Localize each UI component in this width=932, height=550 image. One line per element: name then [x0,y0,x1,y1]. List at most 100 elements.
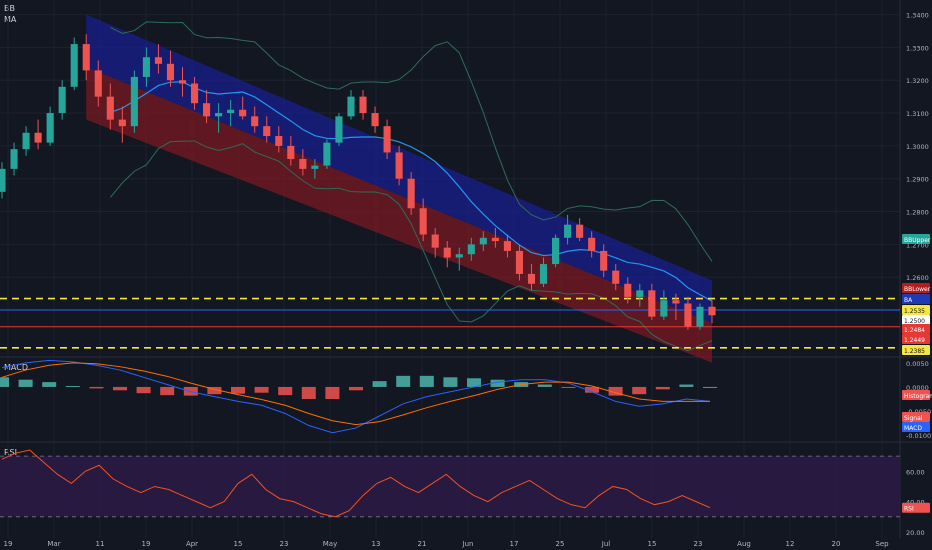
candle-body [190,83,199,104]
macd-histogram-bar [537,384,552,387]
time-tick-label: 15 [648,540,657,548]
time-tick-label: Sep [875,540,889,548]
candle-body [539,264,548,284]
candle-body [154,57,162,64]
price-tick-label: 1.3400 [906,12,929,20]
macd-histogram-bar [136,386,151,394]
macd-histogram-bar [278,386,293,396]
signal-line [1,362,710,426]
candle-body [335,116,343,143]
candle-body [311,165,319,169]
candle-body [696,306,704,327]
candle-body [636,290,644,297]
macd-histogram-bar [443,377,458,387]
candle-body [395,152,403,179]
price-badge: BA [904,297,913,304]
price-tick-label: 1.3000 [906,143,929,151]
time-tick-label: 25 [556,540,565,548]
candle-body [130,76,138,127]
time-tick-label: Mar [47,540,60,548]
time-tick-label: Jun [462,540,474,548]
price-badge: 1.2385 [904,348,925,355]
candle-body [251,116,259,127]
macd-histogram-bar [42,382,57,387]
macd-histogram-bar [632,386,647,395]
candle-body [564,224,572,238]
macd-histogram-bar [113,386,127,391]
macd-pane[interactable] [0,359,717,434]
macd-histogram-bar [372,381,387,387]
macd-badge: Signal [904,415,923,422]
candle-body [383,126,391,153]
price-badge: 1.2500 [904,318,925,325]
macd-histogram-bar [231,386,245,394]
candle-body [94,70,102,97]
macd-histogram-bar [349,386,363,391]
candle-body [263,126,271,137]
time-tick-label: Apr [186,540,198,548]
macd-histogram-bar [89,386,104,389]
price-axis[interactable]: 1.3400 1.3300 1.3200 1.3100 1.3000 1.2900 1.28… [906,12,929,315]
price-pane[interactable] [0,14,900,363]
candle-body [323,142,331,166]
candle-body [239,109,247,117]
macd-histogram-bar [160,386,175,396]
candle-body [70,44,78,87]
candle-body [600,250,608,271]
candle-body [684,303,692,327]
candle-body [22,132,30,150]
candle-body [203,103,211,117]
time-tick-label: 19 [4,540,13,548]
candle-body [0,168,6,192]
candle-body [142,57,150,77]
time-tick-label: May [323,540,337,548]
rsi-band [0,456,900,517]
time-tick-label: 13 [372,540,381,548]
candle-body [552,237,560,265]
price-tick-label: 1.3200 [906,77,929,85]
price-badge: 1.2484 [904,327,925,334]
candle-body [660,300,668,317]
candle-body [467,244,475,255]
macd-histogram-bar [0,377,9,387]
price-tick-label: 1.3300 [906,44,929,52]
candle-body [708,306,716,316]
candle-body [10,149,18,169]
regression-channel-lower [86,67,712,363]
candle-body [227,109,235,114]
macd-badge: Histogram [904,393,932,400]
candle-body [407,178,415,209]
time-tick-label: 15 [234,540,243,548]
candle-body [347,96,355,117]
candle-body [178,80,187,84]
time-axis[interactable]: 19 Mar 11 19 Apr 15 23 May 13 21 Jun 17 25 Jul 15 23 Aug… [4,540,890,548]
candle-body [527,273,536,284]
candle-body [287,145,295,160]
candle-body [46,113,54,143]
candle-body [166,63,175,81]
rsi-badge: RSI [904,506,914,513]
candle-body [479,237,487,245]
macd-histogram-bar [561,386,576,388]
time-tick-label: 12 [786,540,795,548]
time-tick-label: 19 [142,540,151,548]
price-badge: 1.2449 [904,337,925,344]
candle-body [118,119,126,127]
macd-histogram-bar [655,386,670,390]
macd-histogram-bar [65,385,80,387]
candle-body [576,224,584,238]
price-badge: BBLower [904,286,931,293]
rsi-pane[interactable] [0,449,900,518]
candle-body [34,132,42,143]
candle-body [371,113,379,127]
time-tick-label: 23 [280,540,289,548]
rsi-axis[interactable]: 60.0040.0020.00 [906,468,925,537]
candle-body [419,208,427,235]
macd-histogram-bar [396,375,411,387]
candle-body [588,237,596,251]
candle-body [515,250,524,274]
rsi-tick-label: 20.00 [906,529,925,537]
macd-histogram-bar [254,386,269,393]
chart-canvas[interactable]: 1.3400 1.3300 1.3200 1.3100 1.3000 1.2900 1.28… [0,0,932,550]
candle-body [215,113,223,117]
